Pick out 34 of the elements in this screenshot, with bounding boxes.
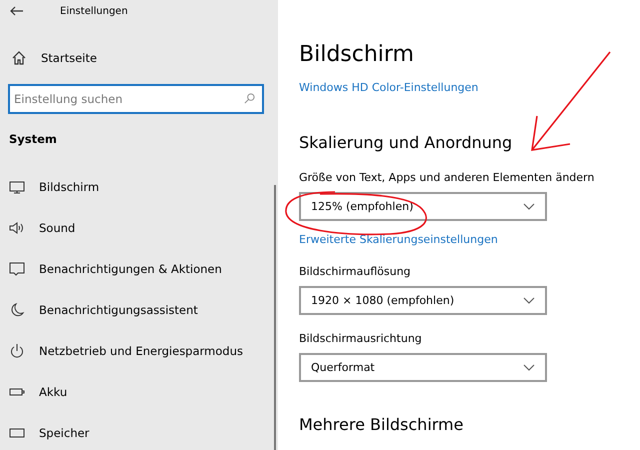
back-arrow-icon[interactable] [10,6,24,16]
section-heading: Mehrere Bildschirme [299,414,464,436]
home-link[interactable]: Startseite [11,50,97,66]
chevron-down-icon [523,297,535,304]
scrollbar[interactable] [274,185,276,450]
section-heading: System [9,132,58,146]
speaker-icon [9,220,25,236]
dropdown[interactable]: 1920 × 1080 (empfohlen) [299,286,547,315]
dropdown[interactable]: Querformat [299,353,547,382]
sidebar-item[interactable]: Sound [0,207,76,248]
page-title: Bildschirm [299,41,415,69]
window-title: Einstellungen [60,6,128,16]
home-icon [11,50,27,66]
sidebar-item[interactable]: Speicher [0,412,90,450]
hd-color-link[interactable]: Windows HD Color-Einstellungen [299,80,478,96]
monitor-icon [9,178,25,194]
section-heading: Skalierung und Anordnung [299,132,512,154]
sidebar-item[interactable]: Bildschirm [0,166,100,207]
sidebar-item[interactable]: Benachrichtigungen & Aktionen [0,248,222,289]
field-label: Bildschirmausrichtung [299,331,422,346]
chevron-down-icon [523,364,535,371]
sidebar-item[interactable]: Benachrichtigungsassistent [0,289,198,330]
sidebar-item[interactable]: Akku [0,371,68,412]
dropdown[interactable]: 125% (empfohlen) [299,192,547,221]
sidebar-item[interactable]: Netzbetrieb und Energiesparmodus [0,330,244,371]
message-icon [9,260,25,276]
field-label: Größe von Text, Apps und anderen Elementen ändern [299,170,594,185]
power-icon [9,342,25,358]
scaling-link[interactable]: Erweiterte Skalierungseinstellungen [299,232,498,248]
moon-icon [9,302,25,318]
chevron-down-icon [523,203,535,210]
search-icon [244,93,255,104]
search-field[interactable]: Einstellung suchen [8,84,264,114]
field-label: Bildschirmauflösung [299,264,411,279]
